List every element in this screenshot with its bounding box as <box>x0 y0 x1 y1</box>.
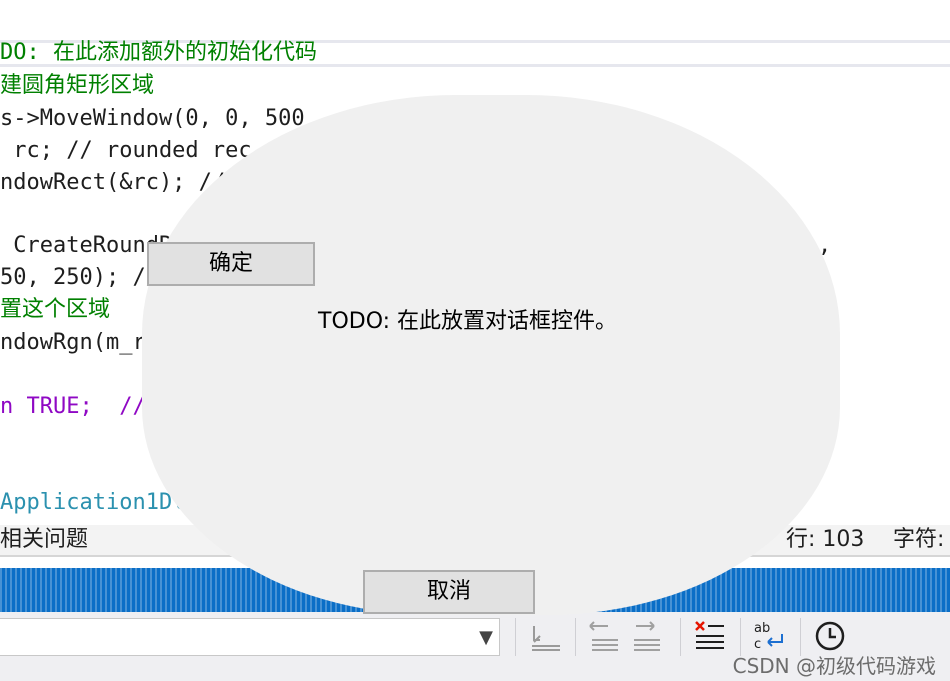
output-source-select[interactable]: ▼ <box>0 618 500 656</box>
outdent-icon[interactable] <box>586 618 622 654</box>
spell-check-icon[interactable]: ab c <box>752 618 788 654</box>
csdn-watermark: CSDN @初级代码游戏 <box>732 654 936 678</box>
svg-text:ab: ab <box>754 621 770 636</box>
code-line: ndowRect(&rc); // <box>0 170 226 195</box>
todo-placeholder-text: TODO: 在此放置对话框控件。 <box>318 309 618 334</box>
cancel-button[interactable]: 取消 <box>363 570 535 614</box>
code-line: 建圆角矩形区域 <box>0 73 155 98</box>
round-rect-dialog <box>142 95 840 615</box>
indent-icon[interactable] <box>628 618 664 654</box>
code-line: DO: 在此添加额外的初始化代码 <box>0 40 317 65</box>
toolbar-separator <box>575 618 576 656</box>
code-line: s->MoveWindow(0, 0, 500 <box>0 106 305 131</box>
ok-button[interactable]: 确定 <box>147 242 315 286</box>
code-line: 置这个区域 <box>0 297 111 322</box>
code-line: rc; // rounded rec <box>0 138 252 163</box>
code-line: n TRUE; // <box>0 394 146 419</box>
remove-lines-icon[interactable] <box>692 618 728 654</box>
history-clock-icon[interactable] <box>812 618 848 654</box>
toolbar-separator <box>515 618 516 656</box>
issues-label[interactable]: 相关问题 <box>0 525 88 555</box>
char-indicator: 字符: <box>893 527 945 552</box>
line-indicator: 行: 103 <box>786 527 865 552</box>
toolbar-separator <box>680 618 681 656</box>
code-line: 50, 250); // <box>0 265 159 290</box>
bookmark-clear-icon[interactable] <box>528 618 564 654</box>
code-line: ndowRgn(m_rg <box>0 330 159 355</box>
chevron-down-icon[interactable]: ▼ <box>479 627 493 648</box>
